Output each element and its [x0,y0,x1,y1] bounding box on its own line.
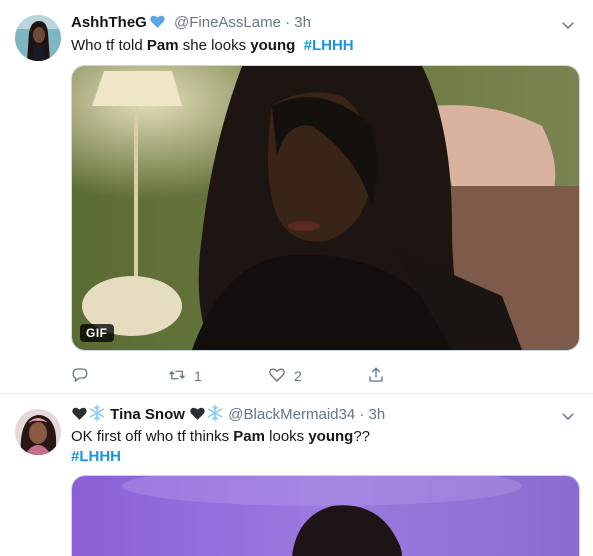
black-heart-icon [71,405,88,428]
text-fragment: looks [264,428,309,445]
tweet[interactable]: AshhTheG @FineAssLame · 3h Who tf told P… [0,0,593,394]
highlight-pam: Pam [233,428,265,445]
tweet-text: Who tf told Pam she looks young #LHHH [71,36,354,56]
hashtag-link[interactable]: #LHHH [304,37,354,54]
media-frame [72,476,579,556]
black-heart-icon [189,405,206,428]
user-handle[interactable]: @FineAssLame [174,14,281,31]
highlight-pam: Pam [146,37,179,54]
blue-heart-icon [149,13,166,30]
gif-media[interactable]: GIF [71,65,580,351]
display-name[interactable]: AshhTheG [71,14,147,31]
separator-dot: · [359,406,365,423]
highlight-young: young [250,37,296,54]
chevron-down-icon[interactable] [559,16,577,34]
highlight-young: young [308,428,354,445]
tweet[interactable]: Tina Snow @BlackMermaid34 · 3h OK first … [0,394,593,556]
hashtag-link[interactable]: #LHHH [71,448,121,465]
retweet-count: 1 [194,368,202,384]
retweet-icon [168,366,186,387]
tweet-actions: 1 2 [71,365,401,387]
tweet-header: Tina Snow @BlackMermaid34 · 3h [71,404,385,424]
timestamp[interactable]: 3h [294,14,311,31]
share-icon [367,366,385,387]
chevron-down-icon[interactable] [559,407,577,425]
like-button[interactable]: 2 [268,365,302,387]
gif-badge: GIF [80,324,114,342]
display-name[interactable]: Tina Snow [110,406,185,423]
separator-dot: · [285,14,291,31]
gif-frame [72,66,579,350]
avatar[interactable] [15,409,61,455]
text-fragment [295,37,303,54]
text-fragment: she looks [178,37,251,54]
avatar[interactable] [15,15,61,61]
like-count: 2 [294,368,302,384]
heart-icon [268,366,286,387]
tweet-header: AshhTheG @FineAssLame · 3h [71,13,311,33]
share-button[interactable] [367,365,385,387]
snowflake-icon [206,404,224,428]
tweet-media[interactable] [71,475,580,556]
text-fragment: Who tf told [71,37,147,54]
text-fragment: OK first off who tf thinks [71,428,234,445]
retweet-button[interactable]: 1 [168,365,202,387]
text-fragment: ?? [353,428,371,445]
user-handle[interactable]: @BlackMermaid34 [228,406,355,423]
reply-icon [71,366,89,387]
snowflake-icon [88,404,106,428]
reply-button[interactable] [71,365,89,387]
tweet-text: OK first off who tf thinks Pam looks you… [71,427,370,467]
timestamp[interactable]: 3h [369,406,386,423]
